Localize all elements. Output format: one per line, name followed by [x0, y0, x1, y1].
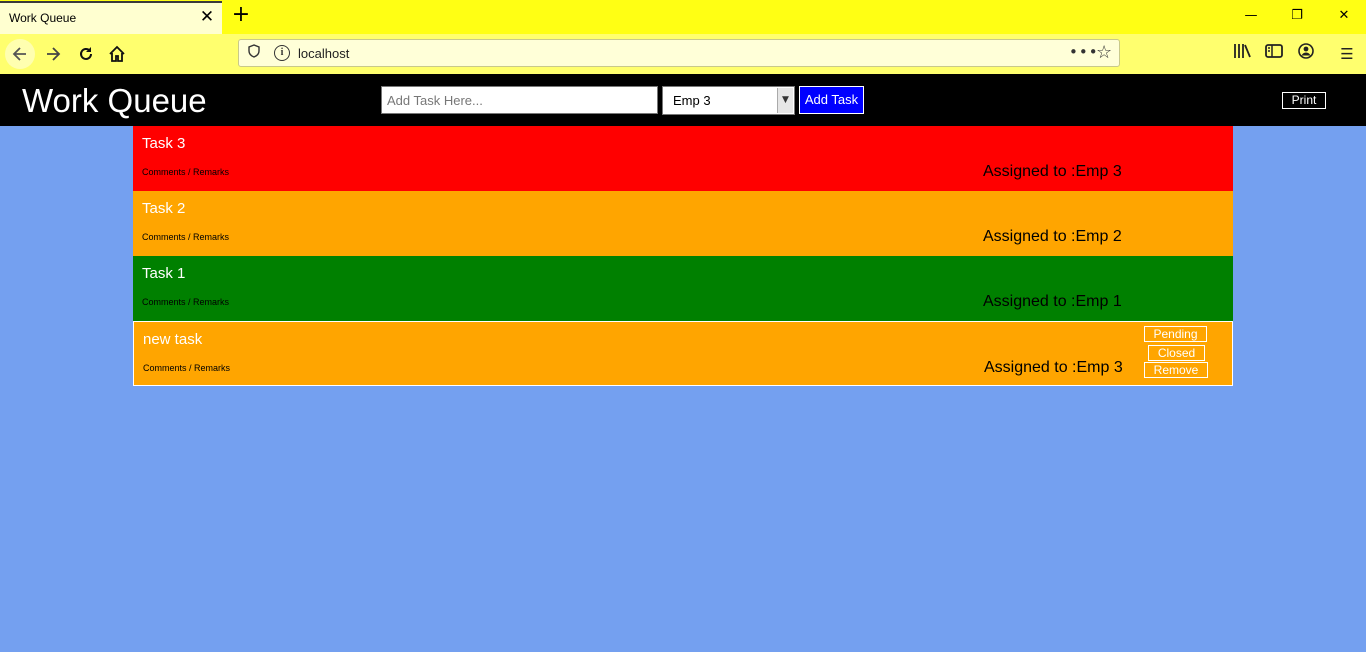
task-name: Task 1 [142, 265, 186, 282]
page-title: Work Queue [22, 82, 207, 119]
task-row[interactable]: new task Comments / Remarks Assigned to … [133, 321, 1233, 386]
pending-button[interactable]: Pending [1144, 326, 1207, 342]
close-window-button[interactable]: ✕ [1334, 6, 1354, 26]
hamburger-menu-icon[interactable]: ☰ [1336, 43, 1358, 65]
app-header: Work Queue Emp 3 ▼ Add Task Print [0, 74, 1366, 126]
minimize-button[interactable]: — [1241, 6, 1261, 26]
info-icon[interactable]: i [274, 45, 290, 61]
task-row[interactable]: Task 3 Comments / Remarks Assigned to :E… [133, 126, 1233, 191]
print-button[interactable]: Print [1282, 92, 1326, 109]
restore-button[interactable]: ❐ [1287, 6, 1307, 26]
task-assignee: Assigned to :Emp 1 [983, 293, 1122, 310]
task-row[interactable]: Task 2 Comments / Remarks Assigned to :E… [133, 191, 1233, 256]
shield-icon[interactable] [248, 44, 260, 62]
forward-arrow-icon[interactable] [38, 39, 68, 69]
remove-button[interactable]: Remove [1144, 362, 1208, 378]
url-bar[interactable]: i localhost ••• ☆ [238, 39, 1120, 67]
library-icon[interactable] [1231, 43, 1253, 65]
bookmark-star-icon[interactable]: ☆ [1096, 42, 1112, 63]
tab-title: Work Queue [9, 11, 77, 25]
account-icon[interactable] [1295, 43, 1317, 65]
page-actions-icon[interactable]: ••• [1069, 43, 1099, 61]
browser-nav-bar: i localhost ••• ☆ ☰ [0, 34, 1366, 74]
url-text[interactable]: localhost [298, 46, 349, 61]
tab-close-icon[interactable]: ✕ [198, 8, 216, 26]
task-comments-link[interactable]: Comments / Remarks [142, 297, 229, 307]
employee-select-value: Emp 3 [673, 93, 711, 108]
task-name: Task 3 [142, 135, 186, 152]
reload-icon[interactable] [71, 39, 101, 69]
employee-select[interactable]: Emp 3 ▼ [662, 86, 795, 115]
task-comments-link[interactable]: Comments / Remarks [143, 363, 230, 373]
task-row[interactable]: Task 1 Comments / Remarks Assigned to :E… [133, 256, 1233, 321]
task-comments-link[interactable]: Comments / Remarks [142, 232, 229, 242]
chevron-down-icon[interactable]: ▼ [777, 88, 793, 113]
task-name: new task [143, 331, 203, 348]
sidebar-icon[interactable] [1263, 43, 1285, 65]
task-assignee: Assigned to :Emp 3 [984, 359, 1123, 376]
task-comments-link[interactable]: Comments / Remarks [142, 167, 229, 177]
task-assignee: Assigned to :Emp 3 [983, 163, 1122, 180]
back-arrow-icon[interactable] [5, 39, 35, 69]
task-assignee: Assigned to :Emp 2 [983, 228, 1122, 245]
task-input[interactable] [381, 86, 658, 114]
home-icon[interactable] [102, 39, 132, 69]
closed-button[interactable]: Closed [1148, 345, 1205, 361]
task-name: Task 2 [142, 200, 186, 217]
browser-tab-bar: Work Queue ✕ + — ❐ ✕ [0, 0, 1366, 34]
browser-tab[interactable]: Work Queue ✕ [0, 1, 222, 34]
add-task-button[interactable]: Add Task [799, 86, 864, 114]
new-tab-button[interactable]: + [231, 4, 251, 26]
